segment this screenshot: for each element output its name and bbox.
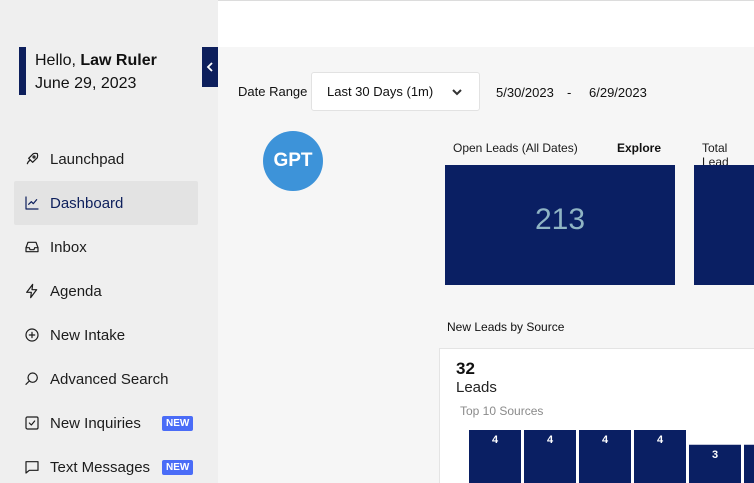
chart-line-icon xyxy=(23,194,41,212)
sidebar-item-label: New Inquiries xyxy=(50,414,141,432)
message-icon xyxy=(23,458,41,476)
rocket-icon xyxy=(23,150,41,168)
greeting-accent-bar xyxy=(19,47,26,95)
date-to[interactable]: 6/29/2023 xyxy=(589,85,647,100)
top-bar xyxy=(218,0,754,47)
bolt-icon xyxy=(23,282,41,300)
new-leads-chart-panel: 32 Leads Top 10 Sources 444433 xyxy=(439,348,754,483)
leads-by-source-bar-chart: 444433 xyxy=(469,430,754,483)
open-leads-card[interactable]: 213 xyxy=(445,165,675,285)
date-separator: - xyxy=(567,85,572,100)
bar-value-label: 4 xyxy=(657,434,664,446)
inbox-icon xyxy=(23,238,41,256)
date-range-value: Last 30 Days (1m) xyxy=(327,84,434,99)
checkbox-icon xyxy=(23,414,41,432)
sidebar-item-label: Agenda xyxy=(50,282,102,300)
greeting-text: Hello, xyxy=(35,52,76,69)
date-range-label: Date Range xyxy=(238,84,308,99)
current-date: June 29, 2023 xyxy=(35,75,137,92)
bar-value-label: 4 xyxy=(602,434,609,446)
user-name: Law Ruler xyxy=(80,52,157,69)
bar-6[interactable] xyxy=(744,444,754,483)
sidebar-item-new-intake[interactable]: New Intake xyxy=(14,313,198,357)
new-badge: NEW xyxy=(162,460,194,475)
sidebar-item-new-inquiries[interactable]: New Inquiries NEW xyxy=(14,401,198,445)
sidebar-item-agenda[interactable]: Agenda xyxy=(14,269,198,313)
user-greeting: Hello, Law Ruler June 29, 2023 xyxy=(35,49,157,95)
gpt-button[interactable]: GPT xyxy=(263,131,323,191)
explore-link[interactable]: Explore xyxy=(617,141,661,155)
total-leads-card[interactable] xyxy=(694,165,754,285)
sidebar: Hello, Law Ruler June 29, 2023 Launchpad… xyxy=(0,0,218,483)
sidebar-item-label: Advanced Search xyxy=(50,370,169,388)
bar-value-label: 4 xyxy=(547,434,554,446)
collapse-sidebar-button[interactable] xyxy=(202,47,218,87)
sidebar-item-launchpad[interactable]: Launchpad xyxy=(14,137,198,181)
sidebar-item-label: Inbox xyxy=(50,238,87,256)
chevron-down-icon xyxy=(451,86,463,98)
sidebar-item-dashboard[interactable]: Dashboard xyxy=(14,181,198,225)
new-badge: NEW xyxy=(162,416,194,431)
date-from[interactable]: 5/30/2023 xyxy=(496,85,554,100)
sidebar-item-inbox[interactable]: Inbox xyxy=(14,225,198,269)
chevron-left-icon xyxy=(206,62,213,72)
sidebar-item-label: New Intake xyxy=(50,326,126,344)
sidebar-item-label: Launchpad xyxy=(50,150,125,168)
bar-value-label: 4 xyxy=(492,434,499,446)
open-leads-title: Open Leads (All Dates) xyxy=(453,141,578,155)
sidebar-item-text-messages[interactable]: Text Messages NEW xyxy=(14,445,198,483)
sidebar-nav: Launchpad Dashboard Inbox Agenda New Int… xyxy=(14,137,198,483)
sidebar-item-label: Dashboard xyxy=(50,194,124,212)
plus-circle-icon xyxy=(23,326,41,344)
bar-value-label: 3 xyxy=(712,449,718,461)
sidebar-item-advanced-search[interactable]: Advanced Search xyxy=(14,357,198,401)
new-leads-section-title: New Leads by Source xyxy=(447,320,565,334)
date-range-select[interactable]: Last 30 Days (1m) xyxy=(311,72,480,111)
sidebar-item-label: Text Messages xyxy=(50,458,151,476)
search-icon xyxy=(23,370,41,388)
open-leads-value: 213 xyxy=(534,203,586,236)
